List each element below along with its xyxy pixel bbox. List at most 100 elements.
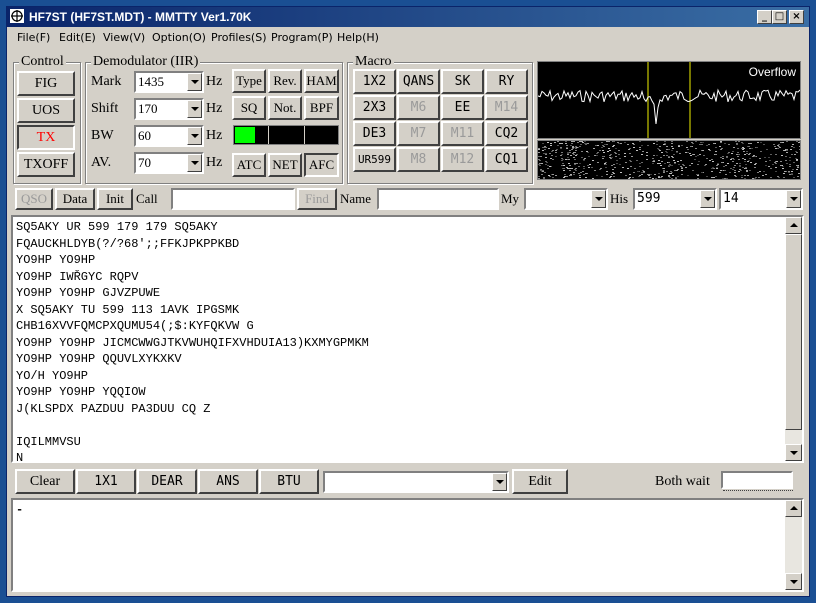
txoff-button[interactable]: TXOFF [17, 152, 75, 177]
his-number-select[interactable]: 14 [719, 188, 803, 210]
waterfall-pixel [550, 143, 552, 144]
macro-button-cq1[interactable]: CQ1 [485, 147, 528, 172]
macro-button-ur599[interactable]: UR599 [353, 147, 396, 172]
scroll-thumb[interactable] [785, 234, 802, 430]
waterfall-pixel [708, 149, 710, 150]
not-button[interactable]: Not. [268, 96, 302, 120]
his-rst-select[interactable]: 599 [633, 188, 717, 210]
atc-button[interactable]: ATC [232, 153, 266, 177]
waterfall-pixel [603, 152, 605, 153]
macro-btu-button[interactable]: BTU [259, 469, 319, 494]
scroll-down-icon[interactable] [785, 444, 802, 461]
macro-button-2x3[interactable]: 2X3 [353, 95, 396, 120]
macro-button-de3[interactable]: DE3 [353, 121, 396, 146]
macro-button-m8[interactable]: M8 [397, 147, 440, 172]
macro-button-cq2[interactable]: CQ2 [485, 121, 528, 146]
waterfall-display[interactable] [537, 140, 801, 180]
call-input[interactable] [171, 188, 295, 210]
minimize-button[interactable]: _ [757, 10, 772, 24]
chevron-down-icon[interactable] [187, 127, 202, 145]
menu-program[interactable]: Program(P) [271, 31, 333, 44]
init-button[interactable]: Init [97, 188, 133, 210]
waterfall-pixel [633, 147, 635, 148]
tx-button[interactable]: TX [17, 125, 75, 150]
title-bar[interactable]: HF7ST (HF7ST.MDT) - MMTTY Ver1.70K _ □ × [7, 7, 809, 27]
waterfall-pixel [589, 164, 591, 165]
net-button[interactable]: NET [268, 153, 302, 177]
waterfall-pixel [583, 168, 585, 169]
waterfall-pixel [750, 162, 752, 163]
macro-1x1-button[interactable]: 1X1 [76, 469, 136, 494]
waterfall-pixel [697, 175, 699, 176]
waterfall-pixel [685, 167, 687, 168]
waterfall-pixel [701, 144, 703, 145]
macro-button-sk[interactable]: SK [441, 69, 484, 94]
waterfall-pixel [793, 147, 795, 148]
waterfall-pixel [733, 147, 735, 148]
spectrum-display[interactable]: Overflow [537, 61, 801, 139]
maximize-button[interactable]: □ [772, 10, 787, 24]
scroll-up-icon[interactable] [785, 217, 802, 234]
macro-button-m11[interactable]: M11 [441, 121, 484, 146]
waterfall-pixel [550, 158, 552, 159]
sq-button[interactable]: SQ [232, 96, 266, 120]
waterfall-pixel [752, 156, 754, 157]
receive-text-area[interactable]: SQ5AKY UR 599 179 179 SQ5AKY FQAUCKHLDYB(… [11, 215, 804, 463]
waterfall-pixel [602, 158, 604, 159]
macro-button-1x2[interactable]: 1X2 [353, 69, 396, 94]
macro-select[interactable] [323, 471, 509, 493]
waterfall-pixel [755, 177, 757, 178]
menu-option[interactable]: Option(O) [152, 31, 206, 44]
both-wait-indicator[interactable] [721, 471, 793, 489]
name-input[interactable] [377, 188, 499, 210]
fig-button[interactable]: FIG [17, 71, 75, 96]
av-label: AV. [91, 155, 112, 170]
scroll-down-icon[interactable] [785, 573, 802, 590]
find-button[interactable]: Find [297, 188, 337, 210]
waterfall-pixel [792, 144, 794, 145]
macro-button-ee[interactable]: EE [441, 95, 484, 120]
qso-button[interactable]: QSO [15, 188, 53, 210]
macro-button-m7[interactable]: M7 [397, 121, 440, 146]
menu-profiles[interactable]: Profiles(S) [211, 31, 267, 44]
my-rst-select[interactable] [524, 188, 608, 210]
transmit-scrollbar[interactable] [785, 500, 802, 590]
ham-button[interactable]: HAM [304, 69, 339, 93]
transmit-text-area[interactable]: - [11, 498, 804, 592]
type-button[interactable]: Type [232, 69, 266, 93]
menu-help[interactable]: Help(H) [337, 31, 379, 44]
menu-edit[interactable]: Edit(E) [59, 31, 96, 44]
chevron-down-icon[interactable] [187, 154, 202, 172]
bpf-button[interactable]: BPF [304, 96, 339, 120]
macro-button-m6[interactable]: M6 [397, 95, 440, 120]
macro-button-m12[interactable]: M12 [441, 147, 484, 172]
av-select[interactable]: 70 [134, 152, 204, 174]
macro-button-ry[interactable]: RY [485, 69, 528, 94]
chevron-down-icon[interactable] [187, 73, 202, 91]
waterfall-pixel [712, 161, 714, 162]
mark-select[interactable]: 1435 [134, 71, 204, 93]
macro-dear-button[interactable]: DEAR [137, 469, 197, 494]
shift-select[interactable]: 170 [134, 98, 204, 120]
chevron-down-icon[interactable] [492, 473, 507, 491]
data-button[interactable]: Data [55, 188, 95, 210]
chevron-down-icon[interactable] [700, 190, 715, 208]
menu-view[interactable]: View(V) [103, 31, 145, 44]
macro-ans-button[interactable]: ANS [198, 469, 258, 494]
scroll-up-icon[interactable] [785, 500, 802, 517]
waterfall-pixel [737, 156, 739, 157]
macro-button-qans[interactable]: QANS [397, 69, 440, 94]
chevron-down-icon[interactable] [591, 190, 606, 208]
afc-button[interactable]: AFC [304, 153, 339, 177]
menu-file[interactable]: File(F) [17, 31, 50, 44]
macro-button-m14[interactable]: M14 [485, 95, 528, 120]
uos-button[interactable]: UOS [17, 98, 75, 123]
chevron-down-icon[interactable] [187, 100, 202, 118]
clear-button[interactable]: Clear [15, 469, 75, 494]
edit-button[interactable]: Edit [512, 469, 568, 494]
bw-select[interactable]: 60 [134, 125, 204, 147]
rev-button[interactable]: Rev. [268, 69, 302, 93]
receive-scrollbar[interactable] [785, 217, 802, 461]
chevron-down-icon[interactable] [786, 190, 801, 208]
close-button[interactable]: × [789, 10, 804, 24]
